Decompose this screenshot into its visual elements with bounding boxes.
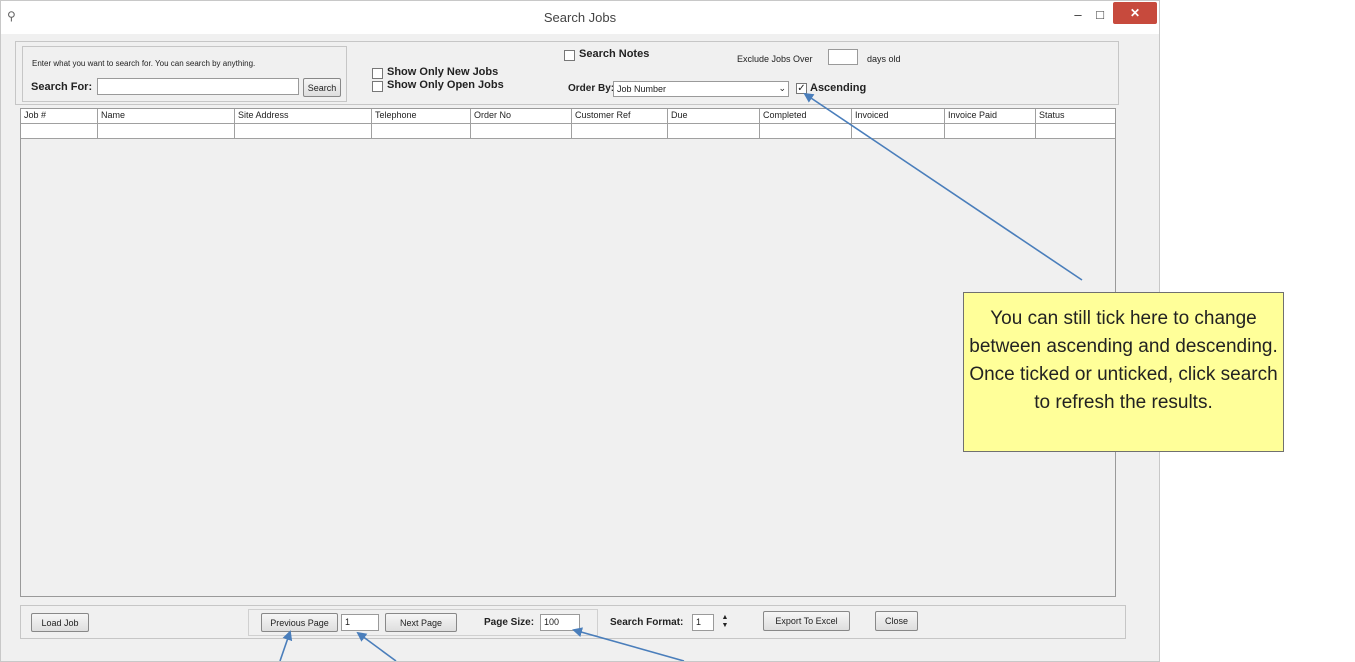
table-header: Job # Name Site Address Telephone Order …: [21, 109, 1115, 124]
window-title: Search Jobs: [543, 10, 617, 25]
close-button[interactable]: Close: [875, 611, 918, 631]
column-header-order-no[interactable]: Order No: [471, 109, 572, 123]
maximize-button[interactable]: □: [1089, 2, 1111, 26]
table-cell: [98, 124, 235, 138]
column-header-completed[interactable]: Completed: [760, 109, 852, 123]
jobs-table[interactable]: Job # Name Site Address Telephone Order …: [20, 108, 1116, 597]
column-header-job-number[interactable]: Job #: [21, 109, 98, 123]
spin-down-icon[interactable]: ▼: [719, 622, 731, 630]
exclude-jobs-label: Exclude Jobs Over: [737, 54, 813, 64]
table-cell: [235, 124, 372, 138]
minimize-button[interactable]: –: [1067, 2, 1089, 26]
column-header-status[interactable]: Status: [1036, 109, 1115, 123]
column-header-invoiced[interactable]: Invoiced: [852, 109, 945, 123]
chevron-down-icon: ⌄: [778, 83, 786, 93]
spin-up-icon[interactable]: ▲: [719, 614, 731, 622]
table-cell: [572, 124, 668, 138]
export-to-excel-button[interactable]: Export To Excel: [763, 611, 850, 631]
search-for-label: Search For:: [31, 81, 93, 93]
ascending-checkbox[interactable]: ✓: [796, 83, 807, 94]
show-only-new-jobs-checkbox[interactable]: [372, 68, 383, 79]
previous-page-button[interactable]: Previous Page: [261, 613, 338, 632]
table-cell: [760, 124, 852, 138]
annotation-callout: You can still tick here to change betwee…: [963, 292, 1284, 452]
table-cell: [852, 124, 945, 138]
load-job-button[interactable]: Load Job: [31, 613, 89, 632]
next-page-button[interactable]: Next Page: [385, 613, 457, 632]
column-header-due[interactable]: Due: [668, 109, 760, 123]
ascending-label: Ascending: [810, 82, 867, 94]
column-header-customer-ref[interactable]: Customer Ref: [572, 109, 668, 123]
table-cell: [21, 124, 98, 138]
show-only-new-jobs-label: Show Only New Jobs: [387, 66, 499, 78]
search-hint: Enter what you want to search for. You c…: [32, 59, 256, 68]
exclude-days-input[interactable]: [828, 49, 858, 65]
page-size-label: Page Size:: [484, 617, 535, 628]
search-input[interactable]: [97, 78, 299, 95]
order-by-select[interactable]: Job Number ⌄: [613, 81, 789, 97]
show-only-open-jobs-checkbox[interactable]: [372, 81, 383, 92]
table-cell: [668, 124, 760, 138]
column-header-site-address[interactable]: Site Address: [235, 109, 372, 123]
table-row[interactable]: [21, 124, 1115, 139]
column-header-telephone[interactable]: Telephone: [372, 109, 471, 123]
search-button[interactable]: Search: [303, 78, 341, 97]
search-format-spinner[interactable]: ▲ ▼: [719, 614, 731, 631]
page-number-input[interactable]: 1: [341, 614, 379, 631]
days-old-label: days old: [867, 54, 901, 64]
column-header-invoice-paid[interactable]: Invoice Paid: [945, 109, 1036, 123]
table-cell: [471, 124, 572, 138]
table-cell: [1036, 124, 1115, 138]
close-window-button[interactable]: ✕: [1113, 2, 1157, 24]
column-header-name[interactable]: Name: [98, 109, 235, 123]
search-format-label: Search Format:: [610, 617, 684, 628]
order-by-label: Order By:: [568, 83, 615, 94]
search-notes-checkbox[interactable]: [564, 50, 575, 61]
search-notes-label: Search Notes: [579, 48, 650, 60]
title-bar: ⚲ Search Jobs – □ ✕: [1, 1, 1159, 34]
search-format-input[interactable]: 1: [692, 614, 714, 631]
order-by-value: Job Number: [617, 84, 667, 94]
table-cell: [372, 124, 471, 138]
show-only-open-jobs-label: Show Only Open Jobs: [387, 79, 504, 91]
table-cell: [945, 124, 1036, 138]
page-size-input[interactable]: 100: [540, 614, 580, 631]
